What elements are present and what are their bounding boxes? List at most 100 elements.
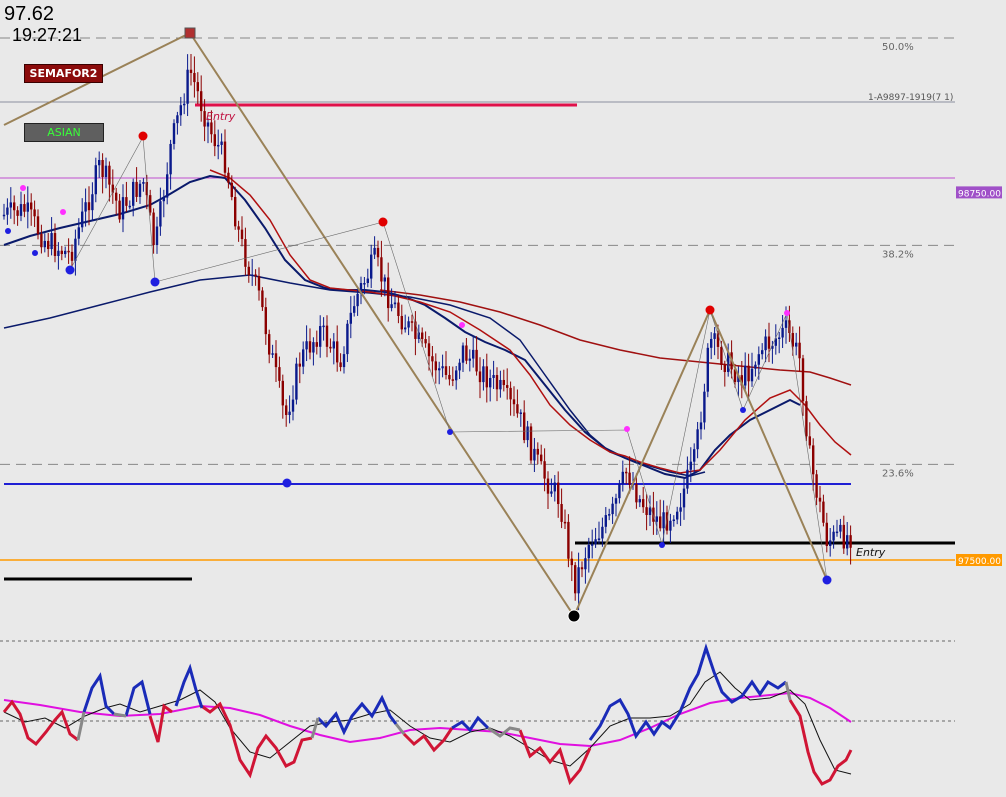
candle-body [159,201,162,227]
candle-body [703,391,706,423]
candle-body [193,72,196,83]
candle-body [696,429,699,450]
candle-body [846,535,849,549]
candle-body [227,172,230,183]
chart-canvas: 50.0%38.2%23.6% 1-A9897-1919(7 1) Entry … [0,0,1006,797]
candle-body [81,211,84,228]
candle-body [339,362,342,368]
candle-body [390,304,393,309]
candle-body [825,522,828,546]
minor-low-dot [447,429,453,435]
candle-body [512,399,516,405]
candle-body [669,520,672,531]
candle-body [638,499,641,503]
candle-body [30,202,33,210]
candle-body [257,276,261,291]
candle-body [458,362,461,371]
candle-body [210,122,213,135]
candle-body [26,202,29,212]
candle-body [553,482,556,492]
candle-body [53,233,57,256]
candle-body [478,371,482,383]
candle-body [155,226,159,246]
minor-high-dot [624,426,630,432]
candle-body [798,342,801,359]
candle-body [438,368,441,371]
candle-body [468,358,471,361]
candle-body [77,227,80,239]
candle-body [13,202,16,211]
candle-body [686,469,689,489]
candle-body [625,471,628,474]
candle-body [577,567,580,594]
candle-body [614,498,618,504]
candle-body [448,374,451,380]
candle-body [778,337,781,340]
candle-body [557,482,560,505]
candle-body [676,511,679,520]
candle-body [761,350,764,355]
candle-body [618,483,621,499]
candle-body [655,516,658,522]
fib-level-label: 38.2% [882,249,914,260]
candle-body [288,411,291,415]
candle-body [720,346,723,365]
candle-body [342,354,346,368]
candle-body [149,195,152,213]
candle-body [87,202,91,211]
candle-body [608,514,611,516]
candle-body [754,364,757,369]
candle-body [526,426,529,441]
candle-body [234,196,237,227]
candle-body [679,507,682,512]
minor-high-dot [784,310,790,316]
candle-body [230,182,233,197]
candle-body [689,461,692,470]
candle-body [801,358,805,402]
candle-body [152,212,155,246]
candle-body [115,192,118,201]
candle-body [370,254,373,279]
candle-body [268,334,271,355]
candle-body [699,422,703,430]
candle-body [353,306,356,313]
candle-body [485,366,488,388]
candle-body [461,345,465,363]
semafor-high-dot [378,217,388,227]
candle-body [424,339,427,344]
candle-body [489,377,492,388]
candle-body [261,290,264,308]
asian-session-button[interactable]: ASIAN [24,123,104,142]
semafor-button[interactable]: SEMAFOR2 [24,64,103,83]
candle-body [121,197,125,220]
candle-body [169,143,172,175]
candle-body [431,356,434,362]
candle-body [16,210,19,216]
candle-body [9,202,12,208]
candle-body [580,567,584,570]
candle-body [594,539,597,545]
candle-body [128,205,131,208]
candle-body [329,346,332,349]
minor-high-dot [60,209,66,215]
candle-body [183,103,186,106]
candle-body [410,321,414,323]
candle-body [621,471,624,484]
candle-body [291,399,295,412]
minor-low-dot [32,250,38,256]
candle-body [356,293,359,307]
candle-body [189,69,193,73]
candle-body [757,354,760,365]
candle-body [421,332,424,340]
candle-body [206,122,210,127]
candle-body [444,366,448,375]
candle-body [713,333,716,339]
candle-body [563,521,567,524]
candle-body [47,240,50,250]
candle-body [635,483,638,503]
candle-timer-readout: 19:27:21 [12,25,83,45]
candle-body [274,353,278,368]
candle-body [441,366,444,369]
candle-body [50,233,53,250]
candle-body [781,327,784,338]
